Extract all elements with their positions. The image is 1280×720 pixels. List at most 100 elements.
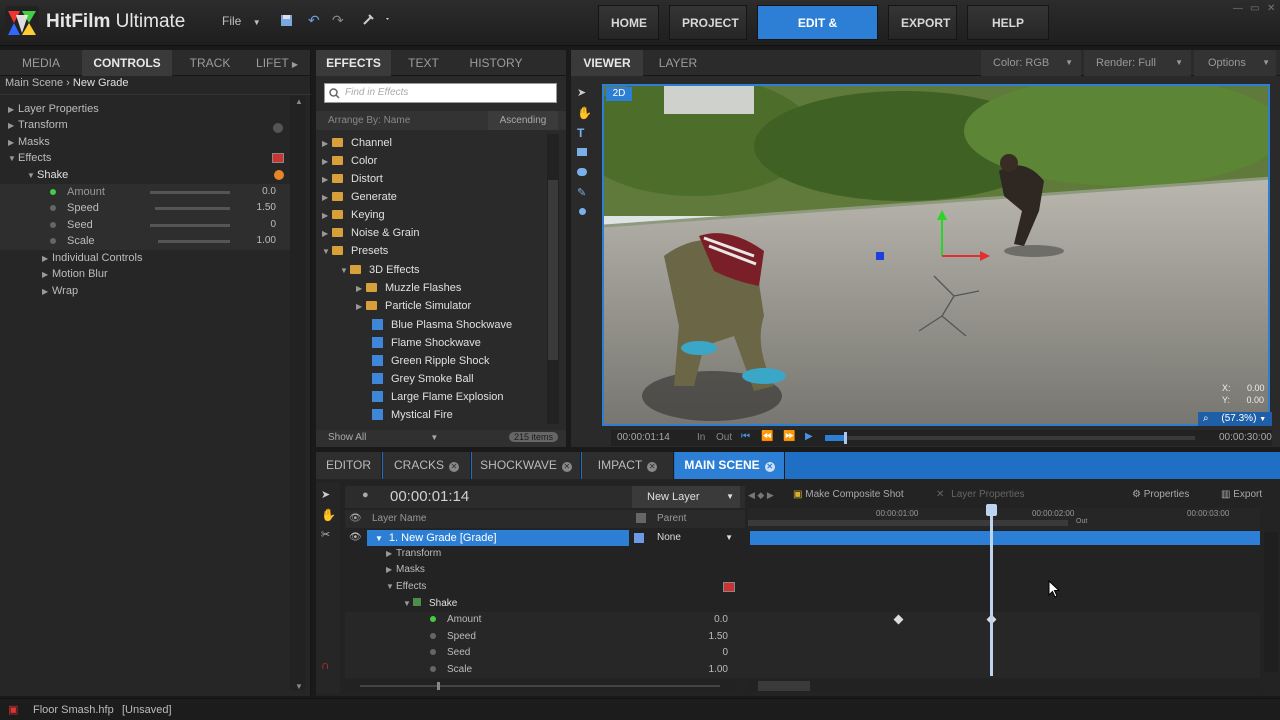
fx-particle-simulator[interactable]: ▶ Particle Simulator xyxy=(316,297,546,315)
viewer-canvas[interactable]: 2D X: 0.00 Y: 0.00 xyxy=(602,84,1270,426)
make-composite-button[interactable]: ▣ Make Composite Shot xyxy=(793,489,904,500)
tab-controls[interactable]: CONTROLS xyxy=(82,50,172,76)
fx-muzzle-flashes[interactable]: ▶ Muzzle Flashes xyxy=(316,279,546,297)
blend-mode-icon[interactable] xyxy=(634,533,644,543)
in-point[interactable]: In xyxy=(697,432,705,443)
tl-shake[interactable]: ▼ Shake xyxy=(403,596,457,612)
parent-dropdown[interactable]: None ▼ xyxy=(652,530,737,546)
scale-slider[interactable] xyxy=(158,240,230,243)
tab-track[interactable]: TRACK xyxy=(172,50,248,76)
amount-slider[interactable] xyxy=(150,191,230,194)
effect-icon[interactable] xyxy=(272,153,284,163)
tab-lifetime[interactable]: LIFET ▶ xyxy=(248,50,306,76)
sort-order-button[interactable]: Ascending xyxy=(488,111,558,130)
fx-green-ripple-shock[interactable]: Green Ripple Shock xyxy=(316,352,546,370)
tl-hand-tool-icon[interactable]: ✋ xyxy=(321,508,336,522)
new-layer-button[interactable]: New Layer ▼ xyxy=(632,486,740,508)
tab-editor[interactable]: EDITOR xyxy=(316,452,382,479)
ellipse-mask-icon[interactable] xyxy=(577,168,587,176)
tl-transform[interactable]: ▶ Transform xyxy=(386,546,441,562)
tab-shockwave[interactable]: SHOCKWAVE ✕ xyxy=(472,452,581,479)
export-button[interactable]: ▥ Export xyxy=(1221,489,1262,500)
timeline-vscroll[interactable] xyxy=(1264,532,1278,672)
seed-value[interactable]: 0 xyxy=(236,219,276,230)
text-tool-icon[interactable]: T xyxy=(577,126,584,140)
options-dropdown[interactable]: Options ▼ xyxy=(1194,50,1276,76)
play-icon[interactable]: ▶ xyxy=(805,431,813,442)
time-ruler[interactable]: 00:00:01:00 00:00:02:00 00:00:03:00 Out xyxy=(748,508,1260,530)
tree-shake[interactable]: ▼ Shake xyxy=(27,167,68,183)
tree-transform[interactable]: ▶ Transform xyxy=(8,117,68,133)
tree-wrap[interactable]: ▶ Wrap xyxy=(42,283,78,299)
2d-mode-button[interactable]: 2D xyxy=(606,87,632,101)
col-layer-name[interactable]: Layer Name xyxy=(372,513,426,524)
save-icon[interactable] xyxy=(280,14,293,30)
render-dropdown[interactable]: Render: Full ▼ xyxy=(1084,50,1191,76)
fx-presets[interactable]: ▼ Presets xyxy=(316,242,546,260)
color-dropdown[interactable]: Color: RGB ▼ xyxy=(981,50,1081,76)
pen-tool-icon[interactable]: ✎ xyxy=(577,186,586,199)
nav-edit-effects[interactable]: EDIT & EFFECTS xyxy=(757,5,878,65)
fx-color[interactable]: ▶ Color xyxy=(316,152,546,170)
fx-mystical-fire[interactable]: Mystical Fire xyxy=(316,406,546,424)
tab-cracks[interactable]: CRACKS ✕ xyxy=(383,452,471,479)
effects-scrollbar[interactable] xyxy=(547,134,559,424)
step-back-icon[interactable]: ⏪ xyxy=(761,431,773,442)
scroll-up-icon[interactable]: ▲ xyxy=(295,97,303,106)
tab-viewer[interactable]: VIEWER xyxy=(571,50,643,76)
tree-masks[interactable]: ▶ Masks xyxy=(8,134,50,150)
amount-value[interactable]: 0.0 xyxy=(236,186,276,197)
origin-tool-icon[interactable] xyxy=(579,208,586,215)
reset-icon[interactable] xyxy=(273,123,283,133)
layer-bar[interactable] xyxy=(750,531,1260,545)
fx-channel[interactable]: ▶ Channel xyxy=(316,134,546,152)
seed-slider[interactable] xyxy=(150,224,230,227)
col-parent[interactable]: Parent xyxy=(657,513,686,524)
snap-magnet-icon[interactable]: ∩ xyxy=(321,658,330,672)
scroll-down-icon[interactable]: ▼ xyxy=(295,682,303,691)
scale-value[interactable]: 1.00 xyxy=(236,235,276,246)
visibility-header-icon[interactable]: 👁 xyxy=(349,513,362,524)
fx-distort[interactable]: ▶ Distort xyxy=(316,170,546,188)
undo-icon[interactable]: ↶ xyxy=(308,12,320,29)
tl-masks[interactable]: ▶ Masks xyxy=(386,562,425,578)
tl-effects[interactable]: ▼ Effects xyxy=(386,579,426,595)
speed-value[interactable]: 1.50 xyxy=(236,202,276,213)
tl-effect-icon[interactable] xyxy=(723,582,735,592)
controls-scrollbar[interactable] xyxy=(290,96,305,690)
speed-slider[interactable] xyxy=(155,207,230,210)
properties-button[interactable]: ⚙ Properties xyxy=(1132,489,1189,500)
tree-layer-properties[interactable]: ▶ Layer Properties xyxy=(8,101,99,117)
go-start-icon[interactable]: ⏮ xyxy=(741,431,750,442)
tl-speed-value[interactable]: 1.50 xyxy=(688,631,728,642)
close-icon[interactable]: ✕ xyxy=(1267,3,1275,14)
layer-row-new-grade[interactable]: ▼ 1. New Grade [Grade] xyxy=(367,530,629,546)
tree-effects[interactable]: ▼ Effects xyxy=(8,150,51,166)
show-all-dropdown[interactable]: Show All ▼ xyxy=(328,432,438,443)
nav-export[interactable]: EXPORT xyxy=(888,5,957,40)
fx-flame-shockwave[interactable]: Flame Shockwave xyxy=(316,334,546,352)
redo-icon[interactable]: ↷ xyxy=(332,12,344,29)
timeline-zoom-bar[interactable] xyxy=(345,680,735,692)
zoom-dropdown[interactable]: ⌕ (57.3%) ▼ xyxy=(1198,412,1272,426)
timeline-playhead[interactable] xyxy=(990,504,993,676)
select-tool-icon[interactable]: ➤ xyxy=(577,86,586,99)
out-point[interactable]: Out xyxy=(716,432,732,443)
layer-visibility-icon[interactable]: 👁 xyxy=(349,532,362,543)
tl-scale-value[interactable]: 1.00 xyxy=(688,664,728,675)
tree-motion-blur[interactable]: ▶ Motion Blur xyxy=(42,266,108,282)
viewer-scrub-bar[interactable] xyxy=(825,436,1195,440)
keyframe-nav-icon[interactable]: ◀ ◆ ▶ xyxy=(748,490,774,501)
effect-toggle-icon[interactable] xyxy=(274,170,284,180)
minimize-icon[interactable]: — xyxy=(1233,3,1243,14)
tl-seed-value[interactable]: 0 xyxy=(688,647,728,658)
fx-large-flame-explosion[interactable]: Large Flame Explosion xyxy=(316,388,546,406)
tab-layer[interactable]: LAYER xyxy=(643,50,713,76)
timecode[interactable]: 00:00:01:14 xyxy=(390,488,469,505)
tab-history[interactable]: HISTORY xyxy=(456,50,536,76)
fx-keying[interactable]: ▶ Keying xyxy=(316,206,546,224)
nav-help[interactable]: HELP xyxy=(967,5,1049,40)
tools-icon[interactable] xyxy=(362,12,390,29)
tl-slice-tool-icon[interactable]: ✂ xyxy=(321,528,330,541)
fx-3d-effects[interactable]: ▼ 3D Effects xyxy=(316,261,546,279)
